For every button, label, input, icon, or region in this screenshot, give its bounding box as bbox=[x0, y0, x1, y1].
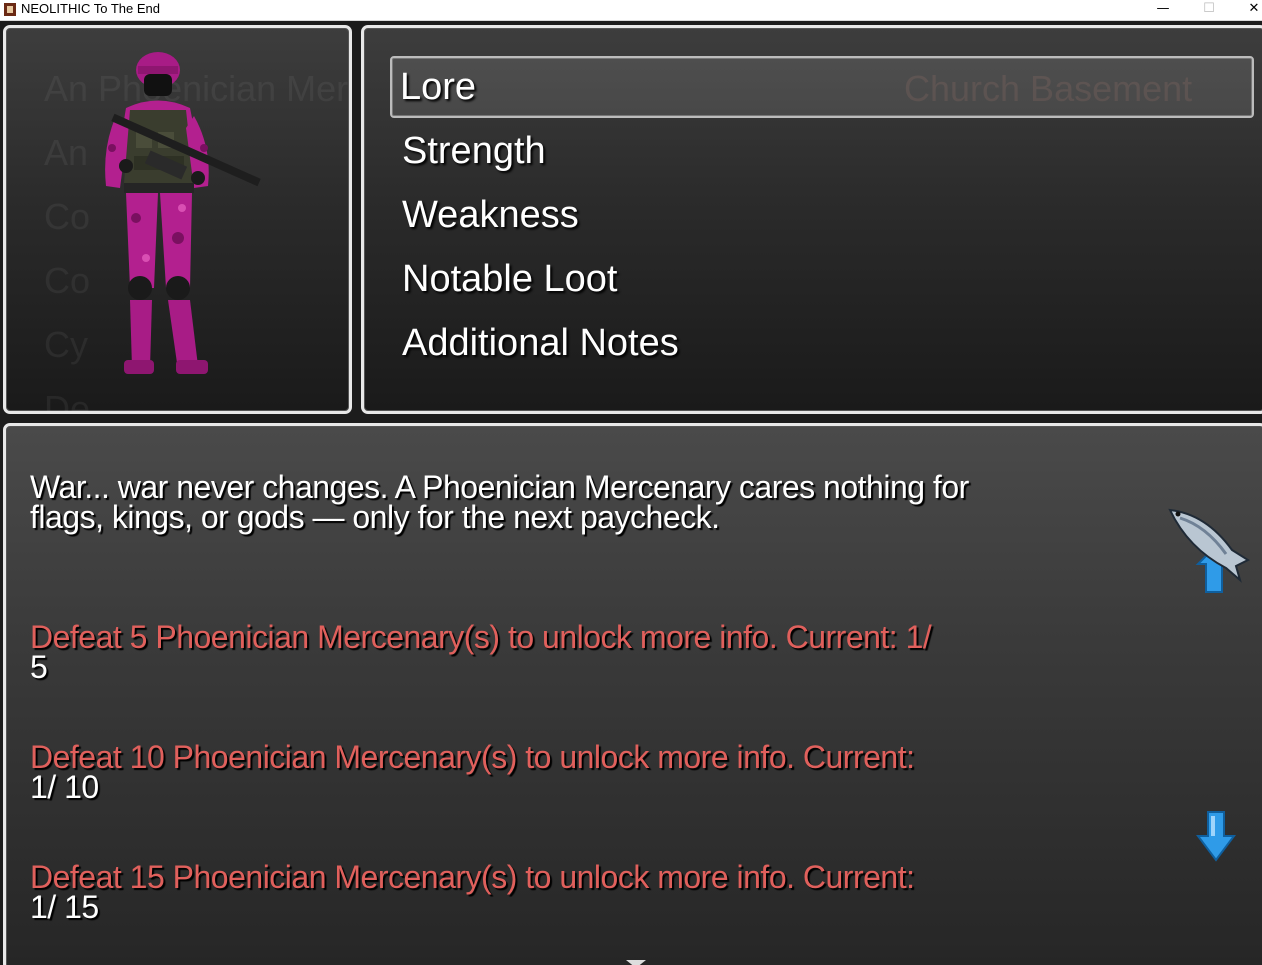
unlock-requirement: Defeat 5 Phoenician Mercenary(s) to unlo… bbox=[30, 592, 1030, 712]
info-panel: War... war never changes. A Phoenician M… bbox=[3, 423, 1262, 965]
bg-list-entry: An bbox=[44, 132, 89, 173]
bg-list-entry: Co bbox=[44, 260, 91, 301]
unlock-current-count: 1/ 10 bbox=[30, 769, 99, 805]
down-caret-icon bbox=[626, 960, 646, 965]
minimize-button[interactable]: — bbox=[1141, 0, 1185, 20]
unlock-requirement-text: Defeat 5 Phoenician Mercenary(s) to unlo… bbox=[30, 619, 932, 655]
unlock-requirement-text: Defeat 10 Phoenician Mercenary(s) to unl… bbox=[30, 739, 915, 775]
menu-item-weakness[interactable]: Weakness bbox=[398, 186, 1242, 244]
game-screen: An Phoenician Mercenary An Co Co Cy De bbox=[0, 21, 1262, 965]
menu-item-additional-notes[interactable]: Additional Notes bbox=[398, 314, 1242, 372]
maximize-button[interactable]: ☐ bbox=[1187, 0, 1231, 20]
down-arrow-icon[interactable] bbox=[1196, 810, 1236, 862]
window-titlebar: NEOLITHIC To The End — ☐ ✕ bbox=[0, 0, 1262, 21]
unlock-requirement: Defeat 10 Phoenician Mercenary(s) to unl… bbox=[30, 712, 1030, 832]
unlock-current-count: 1/ 15 bbox=[30, 889, 99, 925]
menu-item-notable-loot[interactable]: Notable Loot bbox=[398, 250, 1242, 308]
menu-item-strength[interactable]: Strength bbox=[398, 122, 1242, 180]
unlock-current-count: 5 bbox=[30, 649, 48, 685]
lore-text: War... war never changes. A Phoenician M… bbox=[30, 469, 969, 535]
bg-list-entry: Co bbox=[44, 196, 91, 237]
unlock-requirement: Defeat 15 Phoenician Mercenary(s) to unl… bbox=[30, 832, 1030, 952]
fish-up-arrow-icon[interactable] bbox=[1166, 504, 1250, 594]
bg-list-entry: Cy bbox=[44, 324, 88, 365]
unlock-requirement-text: Defeat 15 Phoenician Mercenary(s) to unl… bbox=[30, 859, 915, 895]
phoenician-mercenary-sprite bbox=[105, 52, 261, 374]
bestiary-menu-panel: Church Basement Lore Strength Weakness N… bbox=[361, 25, 1262, 414]
menu-item-lore[interactable]: Lore bbox=[390, 56, 1254, 118]
portrait-panel: An Phoenician Mercenary An Co Co Cy De bbox=[3, 25, 352, 414]
bg-list-entry: De bbox=[44, 388, 91, 414]
close-button[interactable]: ✕ bbox=[1232, 0, 1262, 20]
window-title: NEOLITHIC To The End bbox=[21, 1, 160, 16]
app-icon bbox=[4, 3, 16, 16]
